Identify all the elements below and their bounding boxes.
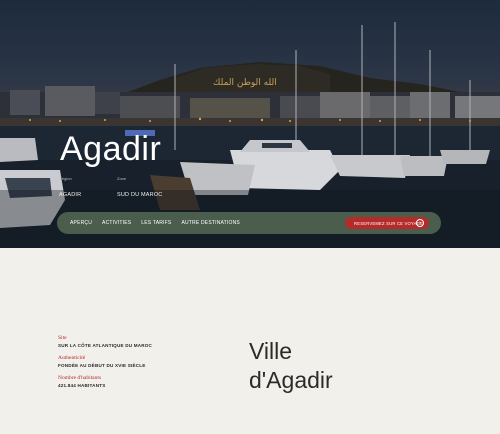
fact-habitants: Nombre d'habitants 421.844 HABITANTS — [58, 375, 152, 388]
reserve-button[interactable]: RESERVEMEZ SUR CE VOYAGE › — [345, 217, 429, 229]
city-title-line1: Ville — [249, 338, 293, 364]
hero-banner: الله الوطن الملك Agadir Région AGADIR Zo… — [0, 0, 500, 248]
zone-meta: Zone SUD DU MAROC — [117, 176, 162, 201]
zone-caption: Zone — [117, 176, 127, 181]
hero-title: Agadir — [60, 130, 162, 168]
arrow-circle-icon: › — [416, 219, 424, 227]
reserve-button-label: RESERVEMEZ SUR CE VOYAGE — [354, 220, 424, 226]
region-caption: Région — [59, 176, 72, 181]
city-title-line2: d'Agadir — [249, 367, 333, 393]
section-nav: APERÇU ACTIVITIES LES TARIFS AUTRE DESTI… — [57, 212, 441, 234]
nav-activities[interactable]: ACTIVITIES — [102, 220, 131, 226]
nav-tarifs[interactable]: LES TARIFS — [141, 220, 171, 226]
fact-site: Site SUR LA CÔTE ATLANTIQUE DU MAROC — [58, 335, 152, 348]
fact-authenticite: Authenticité FONDÉE AU DÉBUT DU XVIE SIÈ… — [58, 355, 152, 368]
destination-facts: Site SUR LA CÔTE ATLANTIQUE DU MAROC Aut… — [58, 335, 152, 395]
region-value: AGADIR — [59, 192, 82, 198]
fact-value: 421.844 HABITANTS — [58, 383, 106, 388]
region-meta: Région AGADIR — [59, 176, 81, 201]
hillside-inscription: الله الوطن الملك — [213, 78, 277, 88]
fact-value: SUR LA CÔTE ATLANTIQUE DU MAROC — [58, 343, 153, 348]
fact-label: Site — [58, 335, 67, 341]
fact-value: FONDÉE AU DÉBUT DU XVIE SIÈCLE — [58, 363, 146, 368]
fact-label: Authenticité — [58, 355, 86, 361]
nav-autre-destinations[interactable]: AUTRE DESTINATIONS — [181, 220, 240, 226]
marina-night-image: الله الوطن الملك — [0, 22, 500, 248]
nav-apercu[interactable]: APERÇU — [70, 220, 92, 226]
fact-label: Nombre d'habitants — [58, 375, 101, 381]
zone-value: SUD DU MAROC — [117, 192, 163, 198]
city-title: Ville d'Agadir — [249, 337, 333, 395]
